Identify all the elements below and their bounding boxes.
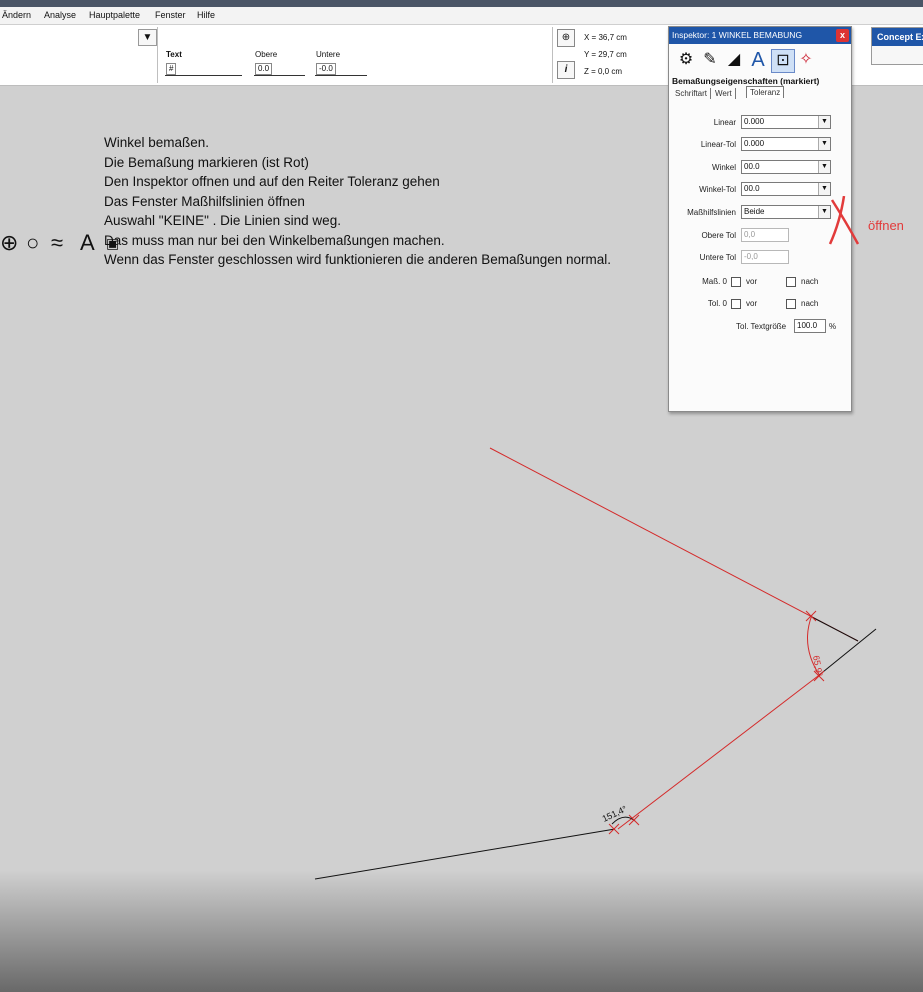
winkel-tol-label: Winkel-Tol	[699, 185, 736, 194]
bottom-fade	[0, 870, 923, 992]
winkel-label: Winkel	[711, 163, 736, 172]
dimension-tool-icon[interactable]: ▣	[106, 231, 119, 255]
instruction-line: Das muss man nur bei den Winkelbemaßunge…	[104, 232, 445, 248]
circle-icon[interactable]: ○	[26, 231, 39, 255]
mass-vor-checkbox[interactable]	[731, 277, 741, 287]
annotation-text: öffnen	[868, 218, 904, 233]
junction-segment	[809, 615, 859, 642]
winkel-select[interactable]: 00.0 ▼	[741, 160, 831, 174]
linear-label: Linear	[713, 118, 736, 127]
tab-toleranz[interactable]: Toleranz	[746, 86, 785, 98]
tol-nach-label: nach	[801, 299, 819, 308]
crosshair-icon[interactable]: ⊕	[0, 231, 18, 255]
tab-schriftart[interactable]: Schriftart	[672, 88, 712, 99]
instruction-line: Den Inspektor offnen und auf den Reiter …	[104, 174, 440, 189]
mass-nach-checkbox[interactable]	[786, 277, 796, 287]
tab-wert[interactable]: Wert	[712, 88, 736, 99]
obere-tol-input[interactable]: 0,0	[741, 228, 789, 242]
winkel-tol-select[interactable]: 00.0 ▼	[741, 182, 831, 196]
chevron-down-icon: ▼	[818, 116, 830, 128]
mass-label: Maß. 0	[702, 277, 727, 286]
dim-line-top-extension	[489, 447, 859, 642]
instruction-line: Wenn das Fenster geschlossen wird funkti…	[104, 252, 612, 267]
linear-tol-label: Linear-Tol	[700, 140, 736, 149]
angle-label-151: 151,4°	[601, 804, 629, 824]
tool-icon-strip: ⊕ ○ ≈ A ▣	[0, 231, 130, 255]
inspector-icon-row: ⚙ ✎ ◢ A ⊡ ✧	[675, 49, 845, 73]
dimension-props-icon[interactable]: ⊡	[771, 49, 795, 73]
obere-tol-label: Obere Tol	[701, 231, 736, 240]
chevron-down-icon: ▼	[818, 138, 830, 150]
font-icon[interactable]: A	[747, 49, 769, 71]
instruction-line: Winkel bemaßen.	[104, 135, 210, 150]
inspector-window: Inspektor: 1 WINKEL BEMABUNG x ⚙ ✎ ◢ A ⊡…	[668, 26, 852, 412]
instruction-text: Winkel bemaßen. Die Bemaßung markieren (…	[104, 133, 611, 270]
close-icon[interactable]: x	[836, 29, 849, 42]
tol-vor-checkbox[interactable]	[731, 299, 741, 309]
text-tool-icon[interactable]: A	[80, 231, 95, 255]
tol-nach-checkbox[interactable]	[786, 299, 796, 309]
pen-icon[interactable]: ✎	[699, 49, 721, 71]
chevron-down-icon: ▼	[818, 161, 830, 173]
textsize-input[interactable]: 100.0	[794, 319, 826, 333]
render-icon[interactable]: ✧	[795, 49, 817, 71]
chevron-down-icon: ▼	[818, 183, 830, 195]
tol-label: Tol. 0	[707, 299, 727, 308]
percent-label: %	[829, 322, 837, 331]
mass-vor-label: vor	[746, 277, 758, 286]
red-x-annotation	[828, 196, 860, 245]
inspector-title: Inspektor: 1 WINKEL BEMABUNG	[672, 30, 803, 40]
tol-vor-label: vor	[746, 299, 758, 308]
fill-icon[interactable]: ◢	[723, 49, 745, 71]
untere-tol-input[interactable]: -0,0	[741, 250, 789, 264]
dim-line-middle	[617, 675, 819, 830]
masshilfslinien-label: Maßhilfslinien	[687, 208, 736, 217]
masshilfslinien-select[interactable]: Beide ▼	[741, 205, 831, 219]
linear-select[interactable]: 0.000 ▼	[741, 115, 831, 129]
angle-label-65: 65,9°	[811, 655, 825, 678]
wave-icon[interactable]: ≈	[51, 231, 63, 255]
instruction-line: Die Bemaßung markieren (ist Rot)	[104, 154, 309, 170]
linear-tol-select[interactable]: 0.000 ▼	[741, 137, 831, 151]
inspector-title-bar[interactable]: Inspektor: 1 WINKEL BEMABUNG x	[669, 27, 851, 44]
inspector-subtitle: Bemaßungseigenschaften (markiert)	[672, 76, 820, 86]
textsize-label: Tol. Textgröße	[736, 322, 787, 331]
black-line-top	[817, 628, 877, 677]
mass-nach-label: nach	[801, 277, 819, 286]
instruction-line: Auswahl "KEINE" . Die Linien sind weg.	[104, 213, 341, 228]
gear-icon[interactable]: ⚙	[675, 49, 697, 71]
instruction-line: Das Fenster Maßhilfslinien öffnen	[104, 193, 305, 209]
untere-tol-label: Untere Tol	[699, 253, 736, 262]
